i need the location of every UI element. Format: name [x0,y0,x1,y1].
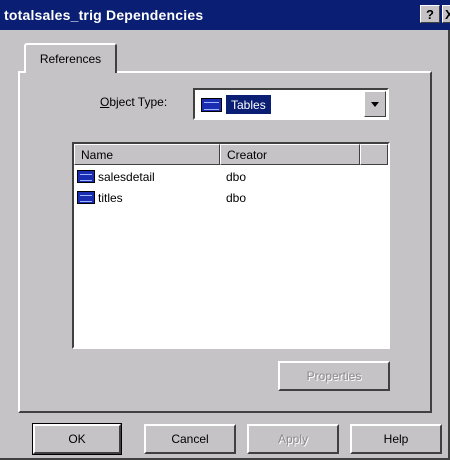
cancel-button[interactable]: Cancel [144,424,236,454]
list-item-name: titles [98,191,123,205]
window-title: totalsales_trig Dependencies [4,7,204,23]
dependencies-dialog: totalsales_trig Dependencies ? X Referen… [0,0,450,460]
list-header: Name Creator [74,144,388,165]
apply-button[interactable]: Apply [247,424,339,454]
question-mark-icon: ? [426,6,434,22]
help-title-button[interactable]: ? [420,5,440,23]
list-item[interactable]: salesdetail dbo [74,167,374,187]
object-type-label: Object Type: [100,95,167,109]
object-type-selected-value: Tables [226,95,271,114]
column-header-creator[interactable]: Creator [220,144,360,165]
close-icon: X [445,7,450,22]
table-icon [201,98,222,112]
table-icon [77,170,95,183]
tab-references[interactable]: References [24,43,117,73]
table-icon [77,191,95,204]
ok-button[interactable]: OK [32,423,122,455]
close-title-button[interactable]: X [442,5,450,23]
list-item[interactable]: titles dbo [74,188,374,208]
help-button[interactable]: Help [350,424,442,454]
tab-references-label: References [39,52,102,66]
list-item-creator: dbo [226,191,247,205]
object-type-accesskey: O [100,95,110,109]
dependencies-list[interactable]: Name Creator salesdetail dbo titles dbo [72,142,390,349]
title-bar[interactable]: totalsales_trig Dependencies ? X [0,0,450,30]
list-item-name: salesdetail [98,170,155,184]
object-type-select[interactable]: Tables [193,88,389,120]
object-type-label-rest: bject Type: [109,95,168,109]
column-header-name[interactable]: Name [74,144,220,165]
dropdown-arrow-icon[interactable] [364,91,386,117]
list-item-creator: dbo [226,170,247,184]
column-header-filler [360,144,388,165]
properties-button[interactable]: Properties [278,361,390,391]
